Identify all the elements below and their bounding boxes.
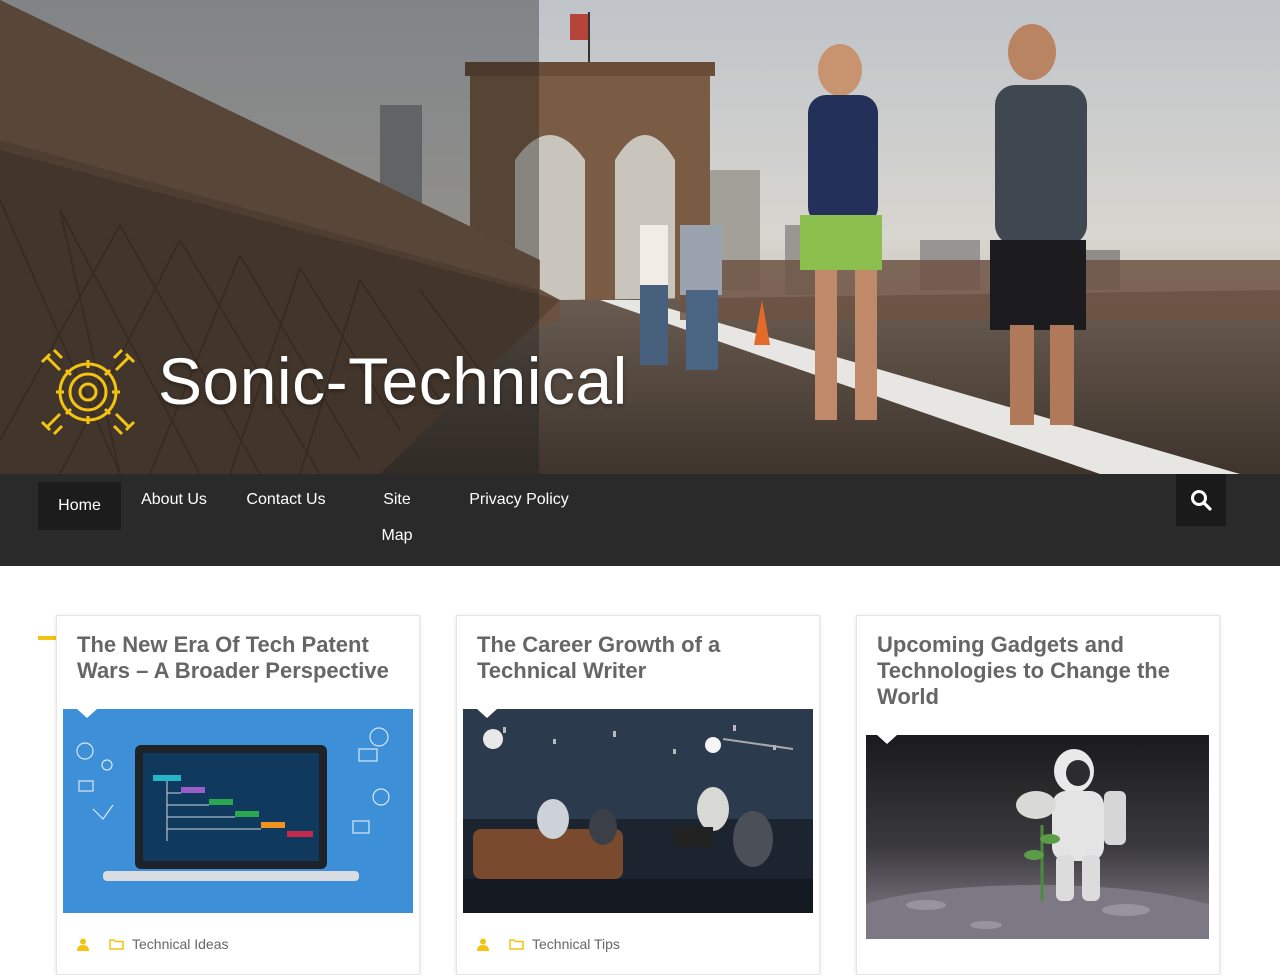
folder-icon xyxy=(109,938,124,950)
gear-wrench-logo-icon[interactable] xyxy=(40,344,136,440)
nav-site-map[interactable]: Site Map xyxy=(362,482,432,554)
post-card: Upcoming Gadgets and Technologies to Cha… xyxy=(856,615,1220,975)
post-category-link[interactable]: Technical Tips xyxy=(532,936,620,952)
user-icon[interactable] xyxy=(477,938,489,951)
laptop-flowchart-image xyxy=(63,709,413,913)
post-card: The Career Growth of a Technical Writer xyxy=(456,615,820,975)
nav-about-us-label: About Us xyxy=(141,491,207,508)
folder-icon xyxy=(509,938,524,950)
nav-contact-us[interactable]: Contact Us xyxy=(237,482,335,518)
main-navigation: Home About Us Contact Us Site Map Privac… xyxy=(0,474,1280,566)
nav-about-us[interactable]: About Us xyxy=(131,482,217,518)
thumbnail-pointer xyxy=(77,709,97,718)
post-thumbnail[interactable] xyxy=(63,709,413,913)
film-crew-image xyxy=(463,709,813,913)
nav-site-map-label-line1: Site xyxy=(383,491,411,508)
post-thumbnail[interactable] xyxy=(463,709,813,913)
post-title[interactable]: Upcoming Gadgets and Technologies to Cha… xyxy=(877,632,1207,710)
user-icon[interactable] xyxy=(77,938,89,951)
post-title[interactable]: The Career Growth of a Technical Writer xyxy=(477,632,807,684)
thumbnail-pointer xyxy=(477,709,497,718)
post-category-link[interactable]: Technical Ideas xyxy=(132,936,229,952)
post-meta: Technical Tips xyxy=(477,936,620,952)
nav-home-label: Home xyxy=(58,497,101,514)
post-thumbnail[interactable] xyxy=(866,735,1209,939)
nav-home[interactable]: Home xyxy=(38,482,121,530)
post-card: The New Era Of Tech Patent Wars – A Broa… xyxy=(56,615,420,975)
search-button[interactable] xyxy=(1176,474,1226,526)
post-meta: Technical Ideas xyxy=(77,936,229,952)
nav-privacy-policy[interactable]: Privacy Policy xyxy=(459,482,579,518)
post-title[interactable]: The New Era Of Tech Patent Wars – A Broa… xyxy=(77,632,407,684)
site-title[interactable]: Sonic-Technical xyxy=(158,343,628,419)
nav-privacy-policy-label: Privacy Policy xyxy=(469,491,569,508)
header-banner: Sonic-Technical xyxy=(0,0,1280,474)
astronaut-plant-image xyxy=(866,735,1209,939)
section-accent-line xyxy=(38,636,56,640)
search-icon xyxy=(1191,490,1212,511)
nav-site-map-label-line2: Map xyxy=(381,527,413,544)
nav-contact-us-label: Contact Us xyxy=(246,491,326,508)
site-branding[interactable]: Sonic-Technical xyxy=(40,322,628,440)
thumbnail-pointer xyxy=(877,735,897,744)
